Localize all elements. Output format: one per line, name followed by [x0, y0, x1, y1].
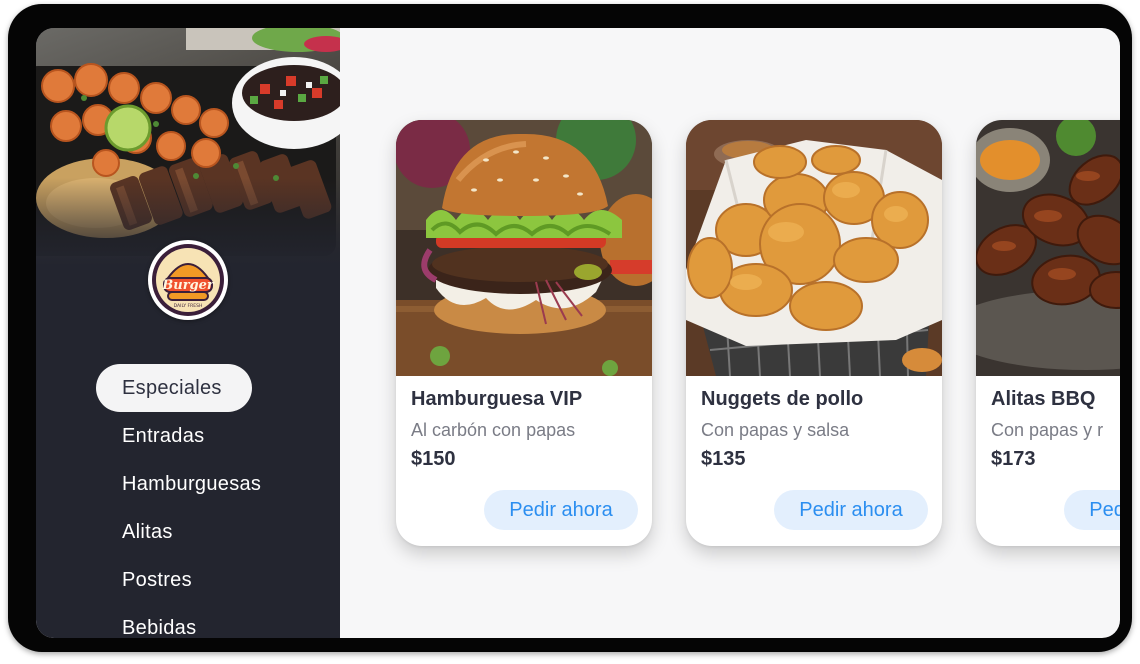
device-frame: Burger DAILY FRESH Especiales Entradas H… [8, 4, 1132, 652]
svg-text:Burger: Burger [161, 278, 215, 293]
app-screen: Burger DAILY FRESH Especiales Entradas H… [36, 28, 1120, 638]
hero-food-photo [36, 28, 340, 268]
product-title: Hamburguesa VIP [411, 388, 583, 410]
svg-text:DAILY FRESH: DAILY FRESH [174, 303, 203, 309]
product-card[interactable]: Nuggets de pollo Con papas y salsa $135 … [686, 120, 942, 546]
product-description: Al carbón con papas [411, 420, 576, 440]
sidebar-item-postres[interactable]: Postres [96, 556, 287, 604]
sidebar-item-hamburguesas[interactable]: Hamburguesas [96, 460, 287, 508]
product-price: $173 [991, 448, 1036, 470]
nuggets-photo [686, 120, 942, 376]
sidebar-item-alitas[interactable]: Alitas [96, 508, 287, 556]
product-price: $135 [701, 448, 746, 470]
burger-photo [396, 120, 652, 376]
order-now-button[interactable]: Pedir ahora [774, 490, 928, 530]
product-price: $150 [411, 448, 456, 470]
sidebar: Burger DAILY FRESH Especiales Entradas H… [36, 28, 340, 638]
category-menu: Especiales Entradas Hamburguesas Alitas … [96, 364, 287, 638]
product-description: Con papas y r [991, 420, 1104, 440]
sidebar-item-especiales[interactable]: Especiales [96, 364, 252, 412]
order-now-button[interactable]: Pedir ahora [1064, 490, 1120, 530]
sidebar-item-entradas[interactable]: Entradas [96, 412, 287, 460]
product-description: Con papas y salsa [701, 420, 850, 440]
product-card[interactable]: Alitas BBQ Con papas y r $173 Pedir ahor… [976, 120, 1120, 546]
burger-logo[interactable]: Burger DAILY FRESH [148, 240, 228, 320]
sidebar-item-bebidas[interactable]: Bebidas [96, 604, 287, 638]
product-title: Nuggets de pollo [701, 388, 864, 410]
wings-photo [976, 120, 1120, 376]
order-now-button[interactable]: Pedir ahora [484, 490, 638, 530]
product-title: Alitas BBQ [991, 388, 1096, 410]
product-card[interactable]: Hamburguesa VIP Al carbón con papas $150… [396, 120, 652, 546]
